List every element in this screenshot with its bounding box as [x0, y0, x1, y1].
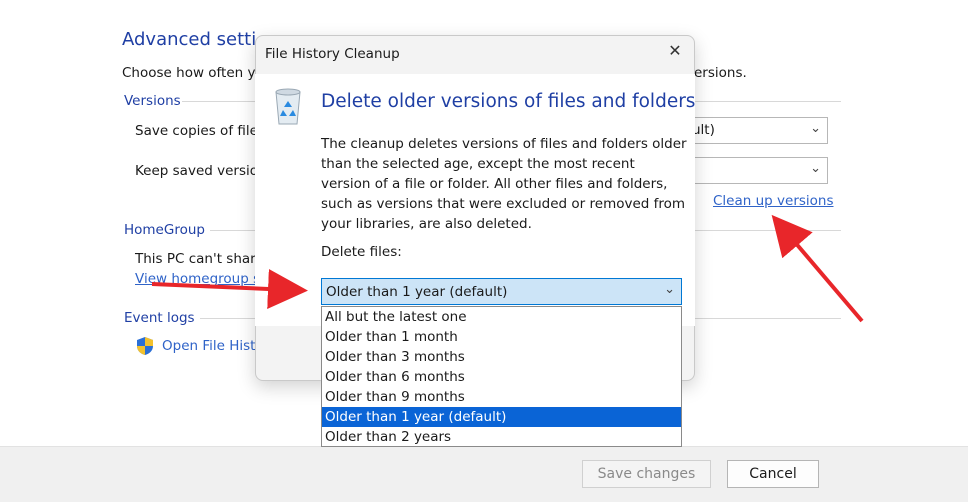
cancel-button[interactable]: Cancel	[727, 460, 819, 488]
page-description: Choose how often y	[122, 65, 256, 81]
save-copies-select[interactable]: ult) ⌄	[690, 117, 828, 144]
chevron-down-icon: ⌄	[664, 282, 675, 297]
homegroup-text: This PC can't share	[135, 251, 264, 267]
dialog-heading: Delete older versions of files and folde…	[321, 91, 696, 112]
save-copies-label: Save copies of file	[135, 123, 258, 139]
delete-files-label: Delete files:	[321, 244, 402, 260]
bottom-bar	[0, 446, 968, 502]
dropdown-option[interactable]: Older than 6 months	[322, 367, 681, 387]
recycle-bin-icon	[272, 86, 304, 126]
dropdown-option[interactable]: Older than 1 month	[322, 327, 681, 347]
keep-saved-label: Keep saved versio	[135, 163, 259, 179]
delete-files-dropdown[interactable]: Older than 1 year (default) ⌄	[321, 278, 682, 305]
chevron-down-icon: ⌄	[810, 161, 821, 176]
dialog-title: File History Cleanup	[265, 46, 400, 62]
dropdown-option[interactable]: All but the latest one	[322, 307, 681, 327]
dropdown-option[interactable]: Older than 2 years	[322, 427, 681, 447]
delete-files-options-list: All but the latest one Older than 1 mont…	[321, 306, 682, 447]
open-file-history-link[interactable]: Open File Hist	[162, 338, 255, 354]
homegroup-heading: HomeGroup	[124, 222, 205, 238]
dropdown-option[interactable]: Older than 9 months	[322, 387, 681, 407]
dropdown-option-selected[interactable]: Older than 1 year (default)	[322, 407, 681, 427]
close-icon[interactable]: ✕	[666, 41, 684, 63]
page-description-tail: ersions.	[694, 65, 747, 81]
shield-icon	[135, 336, 155, 356]
versions-heading: Versions	[124, 93, 181, 109]
chevron-down-icon: ⌄	[810, 121, 821, 136]
dialog-description: The cleanup deletes versions of files an…	[321, 136, 687, 232]
view-homegroup-link[interactable]: View homegroup s	[135, 271, 260, 287]
clean-up-versions-link[interactable]: Clean up versions	[713, 193, 834, 209]
delete-files-selected: Older than 1 year (default)	[326, 284, 508, 300]
event-logs-heading: Event logs	[124, 310, 195, 326]
keep-saved-select[interactable]: ⌄	[690, 157, 828, 184]
save-copies-value: ult)	[692, 122, 715, 138]
right-arrow	[771, 214, 864, 323]
page-title: Advanced setti	[122, 29, 257, 50]
dropdown-option[interactable]: Older than 3 months	[322, 347, 681, 367]
save-changes-button[interactable]: Save changes	[582, 460, 711, 488]
